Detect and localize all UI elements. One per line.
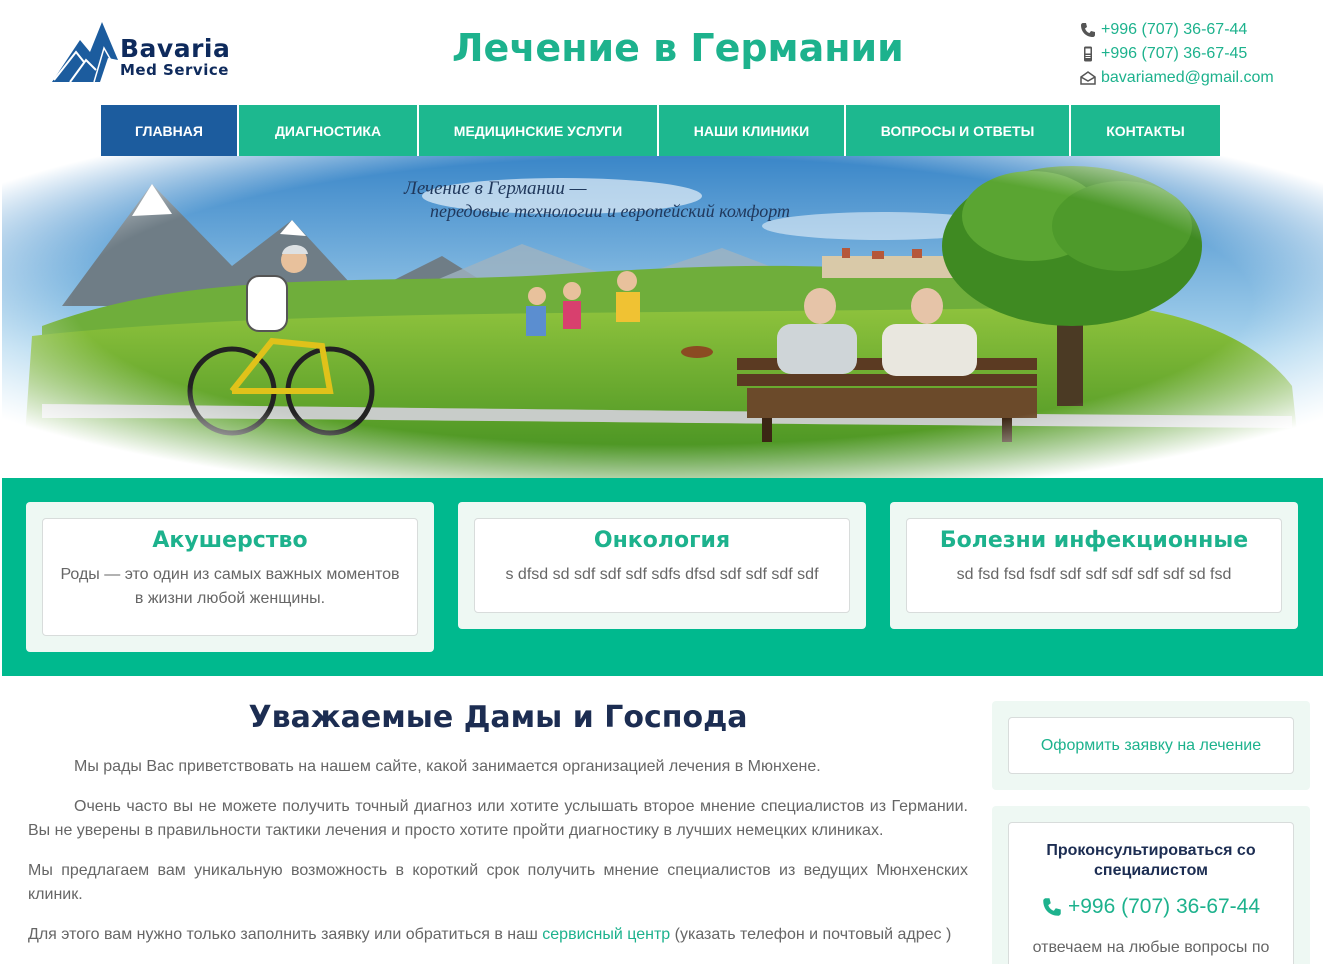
apply-for-treatment-button[interactable]: Оформить заявку на лечение xyxy=(1008,717,1294,774)
service-card-inner: Акушерство Роды — это один из самых важн… xyxy=(42,518,418,636)
sidebar-apply-panel: Оформить заявку на лечение xyxy=(992,701,1310,790)
contact-phone-1[interactable]: +996 (707) 36-67-44 xyxy=(1080,18,1274,42)
hero-banner: Лечение в Германии — передовые технологи… xyxy=(2,156,1323,478)
intro-paragraph-1: Мы рады Вас приветствовать на нашем сайт… xyxy=(74,758,821,775)
service-card-text: sd fsd fsd fsdf sdf sdf sdf sdf sdf sd f… xyxy=(956,566,1232,583)
paragraph-text: (указать телефон и почтовый адрес ) xyxy=(670,926,952,943)
mountain-logo-icon xyxy=(52,22,118,83)
service-card-text: Роды — это один из самых важных моментов… xyxy=(60,566,400,607)
mobile-phone-icon xyxy=(1080,46,1096,62)
main-content: Уважаемые Дамы и Господа Мы рады Вас при… xyxy=(28,700,968,963)
nav-item-medical-services[interactable]: МЕДИЦИНСКИЕ УСЛУГИ xyxy=(419,105,659,156)
nav-item-our-clinics[interactable]: НАШИ КЛИНИКИ xyxy=(659,105,846,156)
page-title: Уважаемые Дамы и Господа xyxy=(248,700,748,735)
service-card-title[interactable]: Онкология xyxy=(475,528,849,553)
envelope-icon xyxy=(1080,70,1096,86)
service-card-obstetrics[interactable]: Акушерство Роды — это один из самых важн… xyxy=(26,502,434,652)
contact-phone-2[interactable]: +996 (707) 36-67-45 xyxy=(1080,42,1274,66)
service-card-oncology[interactable]: Онкология s dfsd sd sdf sdf sdf sdfs dfs… xyxy=(458,502,866,629)
service-card-inner: Онкология s dfsd sd sdf sdf sdf sdfs dfs… xyxy=(474,518,850,613)
intro-paragraph-4: Для этого вам нужно только заполнить зая… xyxy=(28,923,968,947)
sidebar-consult-panel: Проконсультироваться со специалистом +99… xyxy=(992,806,1310,964)
consult-note: отвечаем на любые вопросы по xyxy=(1032,939,1270,956)
main-navigation: ГЛАВНАЯ ДИАГНОСТИКА МЕДИЦИНСКИЕ УСЛУГИ Н… xyxy=(101,105,1220,156)
paragraph-text: Для этого вам нужно только заполнить зая… xyxy=(28,926,543,943)
intro-paragraph-2: Очень часто вы не можете получить точный… xyxy=(28,798,968,839)
header-contacts: +996 (707) 36-67-44 +996 (707) 36-67-45 … xyxy=(1080,18,1274,90)
service-card-text: s dfsd sd sdf sdf sdf sdfs dfsd sdf sdf … xyxy=(505,566,819,583)
consult-phone-link[interactable]: +996 (707) 36-67-44 xyxy=(1009,895,1293,919)
nav-item-diagnostics[interactable]: ДИАГНОСТИКА xyxy=(239,105,419,156)
service-card-infectious[interactable]: Болезни инфекционные sd fsd fsd fsdf sdf… xyxy=(890,502,1298,629)
nav-item-home[interactable]: ГЛАВНАЯ xyxy=(101,105,239,156)
service-card-inner: Болезни инфекционные sd fsd fsd fsdf sdf… xyxy=(906,518,1282,613)
email-address[interactable]: bavariamed@gmail.com xyxy=(1101,69,1274,87)
consult-box: Проконсультироваться со специалистом +99… xyxy=(1008,822,1294,964)
hero-tagline-line2: передовые технологии и европейский комфо… xyxy=(430,201,790,221)
phone-number-2[interactable]: +996 (707) 36-67-45 xyxy=(1101,45,1247,63)
services-band: Акушерство Роды — это один из самых важн… xyxy=(2,478,1323,676)
logo-text: Bavaria Med Service xyxy=(120,36,230,78)
phone-number-1[interactable]: +996 (707) 36-67-44 xyxy=(1101,21,1247,39)
service-card-title[interactable]: Болезни инфекционные xyxy=(907,528,1281,553)
logo-name: Bavaria xyxy=(120,34,231,63)
nav-item-faq[interactable]: ВОПРОСЫ И ОТВЕТЫ xyxy=(846,105,1071,156)
hero-tagline-line1: Лечение в Германии — xyxy=(404,178,587,199)
consult-phone-number[interactable]: +996 (707) 36-67-44 xyxy=(1068,895,1260,919)
phone-icon xyxy=(1042,897,1062,917)
consult-title: Проконсультироваться со специалистом xyxy=(1046,842,1256,879)
intro-paragraph-3: Мы предлагаем вам уникальную возможность… xyxy=(28,862,968,903)
service-card-title[interactable]: Акушерство xyxy=(43,528,417,553)
logo[interactable]: Bavaria Med Service xyxy=(50,18,240,88)
nav-item-contacts[interactable]: КОНТАКТЫ xyxy=(1071,105,1220,156)
site-header: Bavaria Med Service Лечение в Германии +… xyxy=(0,0,1325,104)
phone-icon xyxy=(1080,22,1096,38)
service-center-link[interactable]: сервисный центр xyxy=(542,926,670,943)
contact-email[interactable]: bavariamed@gmail.com xyxy=(1080,66,1274,90)
site-title: Лечение в Германии xyxy=(452,26,904,70)
logo-subtitle: Med Service xyxy=(120,61,229,79)
